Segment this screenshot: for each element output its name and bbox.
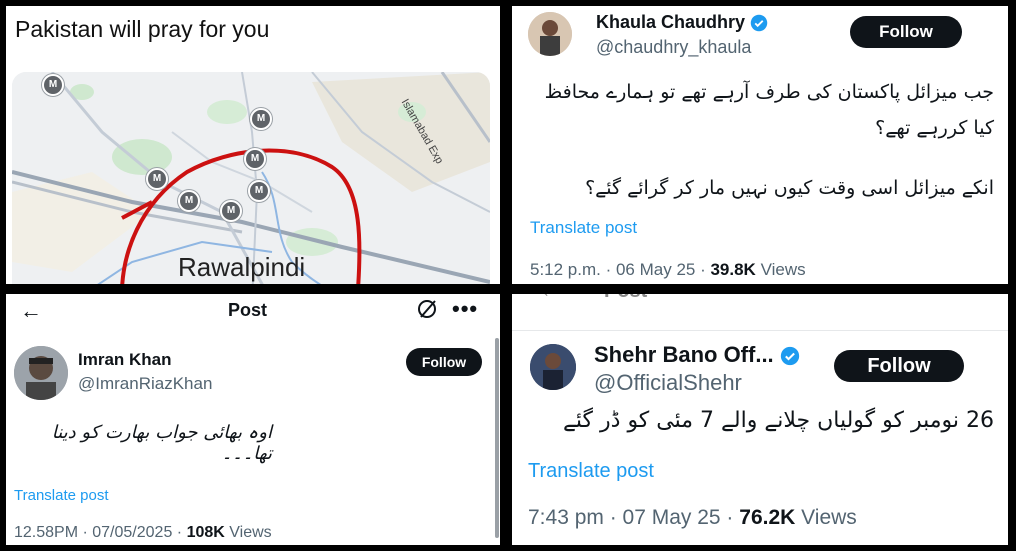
- scrollbar[interactable]: [495, 338, 499, 538]
- follow-button[interactable]: Follow: [406, 348, 482, 376]
- post-text-line: انکے میزائل اسی وقت کیوں نہیں مار کر گرا…: [585, 177, 994, 199]
- tweet-panel-shehr: ← Post Shehr Bano Off... @OfficialShehr …: [512, 294, 1008, 545]
- city-label: Rawalpindi: [178, 252, 306, 282]
- avatar[interactable]: [528, 12, 572, 56]
- metro-marker-icon[interactable]: M: [248, 180, 270, 202]
- views-count: 108K: [186, 524, 225, 541]
- translate-post-link[interactable]: Translate post: [14, 487, 109, 504]
- avatar[interactable]: [14, 346, 68, 400]
- translate-post-link[interactable]: Translate post: [530, 218, 637, 238]
- author-name[interactable]: Imran Khan: [78, 350, 172, 370]
- views-label: Views: [795, 506, 857, 529]
- bus-marker-icon[interactable]: M: [220, 200, 242, 222]
- avatar[interactable]: [530, 344, 576, 390]
- post-text-line: جب میزائل پاکستان کی طرف آرہے تھے تو ہما…: [544, 81, 994, 103]
- avatar-image: [14, 346, 68, 400]
- avatar-image: [528, 12, 572, 56]
- tweet-panel-imran: ← Post ••• Imran Khan @ImranRiazKhan Fol…: [6, 294, 500, 545]
- views-count: 39.8K: [710, 260, 756, 279]
- map-view[interactable]: M M M M M M M Islamabad Exp Rawalpindi: [12, 72, 490, 284]
- cropped-header: ← Post: [512, 294, 1008, 314]
- author-handle[interactable]: @ImranRiazKhan: [78, 374, 212, 394]
- author-name-text: Khaula Chaudhry: [596, 12, 746, 32]
- back-arrow-icon[interactable]: ←: [540, 294, 560, 303]
- page-title: Post: [228, 300, 268, 320]
- follow-button[interactable]: Follow: [834, 350, 964, 382]
- views-label: Views: [755, 260, 806, 279]
- post-meta: 5:12 p.m. · 06 May 25 · 39.8K Views: [530, 260, 806, 280]
- bus-marker-icon[interactable]: M: [178, 190, 200, 212]
- post-timestamp: 5:12 p.m. · 06 May 25 ·: [530, 260, 711, 279]
- more-options-icon[interactable]: •••: [452, 296, 478, 322]
- post-text-line: کیا کررہے تھے؟: [875, 117, 994, 139]
- map-caption: Pakistan will pray for you: [15, 16, 270, 42]
- map-panel: Pakistan will pray for you M M M M M M M…: [6, 6, 500, 284]
- map-marker-icon[interactable]: M: [42, 74, 64, 96]
- author-handle[interactable]: @OfficialShehr: [594, 370, 742, 396]
- verified-badge-icon: [780, 347, 799, 366]
- post-timestamp: 7:43 pm · 07 May 25 ·: [528, 506, 740, 529]
- verified-badge-icon: [750, 15, 768, 32]
- back-arrow-icon[interactable]: ←: [20, 298, 42, 324]
- bus-marker-icon[interactable]: M: [146, 168, 168, 190]
- author-handle[interactable]: @chaudhry_khaula: [596, 37, 751, 58]
- author-name[interactable]: Shehr Bano Off...: [594, 342, 800, 368]
- post-meta: 7:43 pm · 07 May 25 · 76.2K Views: [528, 506, 857, 530]
- views-count: 76.2K: [739, 506, 796, 529]
- post-timestamp: 12.58PM · 07/05/2025 ·: [14, 524, 187, 541]
- views-label: Views: [224, 524, 272, 541]
- tweet-panel-khaula: Khaula Chaudhry @chaudhry_khaula Follow …: [512, 6, 1008, 284]
- author-name[interactable]: Khaula Chaudhry: [596, 12, 768, 33]
- metro-marker-icon[interactable]: M: [250, 108, 272, 130]
- author-name-text: Shehr Bano Off...: [594, 342, 774, 367]
- post-text: اوہ بھائی جواب بھارت کو دینا تھا۔۔۔: [51, 422, 272, 464]
- page-title: Post: [604, 294, 647, 303]
- post-text: 26 نومبر کو گولیاں چلانے والے 7 مئی کو ڈ…: [563, 408, 994, 433]
- avatar-image: [530, 344, 576, 390]
- divider: [512, 330, 1008, 331]
- follow-button[interactable]: Follow: [850, 16, 962, 48]
- post-meta: 12.58PM · 07/05/2025 · 108K Views: [14, 524, 272, 542]
- grok-icon-glyph: [418, 300, 436, 318]
- translate-post-link[interactable]: Translate post: [528, 460, 654, 483]
- metro-marker-icon[interactable]: M: [244, 148, 266, 170]
- grok-icon[interactable]: [416, 298, 438, 326]
